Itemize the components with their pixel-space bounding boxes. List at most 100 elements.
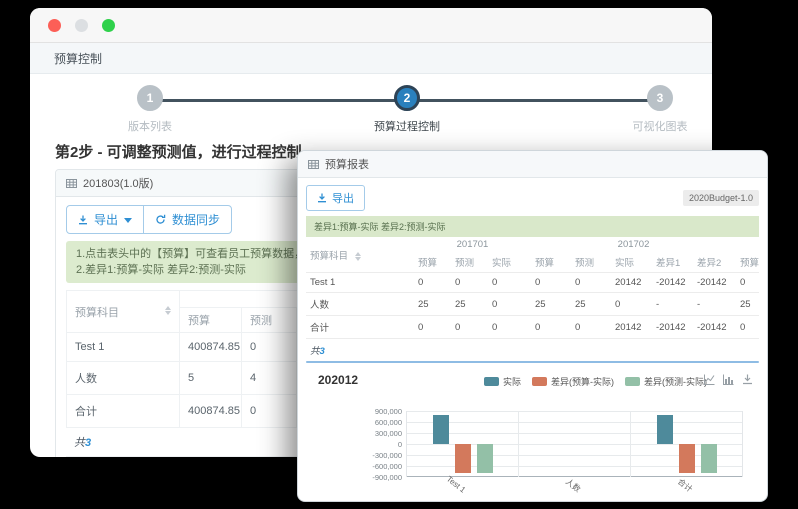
budget-report-window: 预算报表 导出 2020Budget-1.0 差异1:预算-实际 差异2:预测-…	[297, 150, 768, 502]
bar-diff-forecast[interactable]	[477, 444, 493, 473]
table-row[interactable]: 人数 25 25 0 25 25 0 - - 25	[306, 293, 759, 316]
minimize-window-icon[interactable]	[75, 19, 88, 32]
table-cell: 0	[488, 293, 531, 316]
chart-toolbox	[704, 374, 753, 385]
column-header[interactable]: 差异1	[652, 252, 693, 273]
step-1-label: 版本列表	[90, 118, 210, 134]
table-cell: 0	[736, 273, 759, 293]
download-icon	[317, 193, 327, 203]
column-header[interactable]: 预算	[180, 308, 242, 333]
download-icon	[78, 215, 88, 225]
bar-chart-icon[interactable]	[723, 374, 734, 385]
table-cell: 400874.85	[180, 333, 242, 362]
subject-cell: Test 1	[67, 333, 180, 362]
legend-label: 差异(预算-实际)	[551, 375, 614, 388]
export-button-label: 导出	[94, 211, 118, 228]
step-2-circle[interactable]: 2	[394, 85, 420, 111]
table-cell: -	[693, 293, 736, 316]
category-column	[407, 411, 519, 477]
step-1-number: 1	[147, 91, 154, 105]
y-axis-tick: 900,000	[312, 407, 402, 416]
report-toolbar: 导出 2020Budget-1.0	[306, 185, 759, 211]
sort-icon[interactable]	[355, 252, 361, 261]
stepper: 1 2 3 版本列表 预算过程控制 可视化图表	[30, 74, 712, 138]
category-column	[631, 411, 742, 477]
table-cell: 0	[571, 273, 611, 293]
data-sync-button[interactable]: 数据同步	[143, 205, 232, 234]
step-3-circle[interactable]: 3	[647, 85, 673, 111]
legend-label: 实际	[503, 375, 521, 388]
subject-column-header[interactable]: 预算科目	[67, 291, 180, 333]
table-cell: -20142	[693, 273, 736, 293]
page-title-label: 预算控制	[54, 50, 102, 67]
report-export-label: 导出	[332, 190, 354, 206]
report-export-button[interactable]: 导出	[306, 185, 365, 211]
column-header[interactable]: 预算	[414, 252, 451, 273]
month-group-header[interactable]: 201701	[414, 237, 531, 252]
table-cell: 0	[531, 316, 571, 339]
budget-report-body: 导出 2020Budget-1.0 差异1:预算-实际 差异2:预测-实际 预算…	[298, 178, 767, 502]
bar-actual[interactable]	[433, 415, 449, 444]
report-table-container: 预算科目 201701 201702 预算 预测 实际 预算 预测 实际	[306, 237, 759, 363]
row-count-prefix: 共	[74, 437, 85, 449]
legend-item[interactable]: 差异(预算-实际)	[532, 375, 614, 388]
month-group-header[interactable]	[736, 237, 759, 252]
table-cell: 0	[242, 395, 297, 428]
version-badge: 2020Budget-1.0	[683, 190, 759, 206]
column-header[interactable]: 实际	[488, 252, 531, 273]
table-cell: 25	[451, 293, 488, 316]
refresh-icon	[155, 214, 166, 225]
zoom-window-icon[interactable]	[102, 19, 115, 32]
budget-version-title: 201803(1.0版)	[83, 175, 153, 191]
table-cell: -20142	[652, 316, 693, 339]
column-header[interactable]: 预算	[736, 252, 759, 273]
table-row[interactable]: Test 1 0 0 0 0 0 20142 -20142 -20142 0	[306, 273, 759, 293]
y-axis-tick: 300,000	[312, 429, 402, 438]
table-cell: 4	[242, 362, 297, 395]
step-1-circle[interactable]: 1	[137, 85, 163, 111]
y-axis-tick: -300,000	[312, 451, 402, 460]
close-window-icon[interactable]	[48, 19, 61, 32]
column-header[interactable]: 预测	[571, 252, 611, 273]
sort-icon[interactable]	[165, 306, 171, 315]
export-button[interactable]: 导出	[66, 205, 144, 234]
column-header[interactable]: 预测	[242, 308, 297, 333]
subject-cell: 合计	[306, 316, 414, 339]
table-cell: 25	[531, 293, 571, 316]
budget-report-title: 预算报表	[325, 156, 369, 172]
bar-diff-budget[interactable]	[455, 444, 471, 473]
table-row[interactable]: 合计 0 0 0 0 0 20142 -20142 -20142 0	[306, 316, 759, 339]
legend-item[interactable]: 实际	[484, 375, 521, 388]
subject-column-header[interactable]: 预算科目	[306, 237, 414, 273]
category-column	[519, 411, 631, 477]
report-group-header-row: 预算科目 201701 201702	[306, 237, 759, 252]
month-group-header[interactable]: 201702	[531, 237, 736, 252]
table-cell: -20142	[693, 316, 736, 339]
category-columns	[407, 411, 742, 477]
subject-cell: 合计	[67, 395, 180, 428]
column-header[interactable]: 差异2	[693, 252, 736, 273]
bar-chart-plot	[406, 411, 743, 477]
step-3-label: 可视化图表	[600, 118, 712, 134]
save-image-icon[interactable]	[742, 374, 753, 385]
table-cell: 25	[571, 293, 611, 316]
step-2-label: 预算过程控制	[347, 118, 467, 134]
column-header[interactable]: 预算	[531, 252, 571, 273]
column-header[interactable]: 实际	[611, 252, 652, 273]
table-cell: 0	[488, 273, 531, 293]
data-sync-button-label: 数据同步	[172, 211, 220, 228]
bar-actual[interactable]	[657, 415, 673, 444]
legend-swatch	[532, 377, 547, 386]
subject-column-label: 预算科目	[310, 251, 348, 262]
y-axis-tick: 600,000	[312, 418, 402, 427]
bar-diff-budget[interactable]	[679, 444, 695, 473]
column-header[interactable]: 预测	[451, 252, 488, 273]
table-cell: 5	[180, 362, 242, 395]
subject-cell: 人数	[306, 293, 414, 316]
bar-diff-forecast[interactable]	[701, 444, 717, 473]
chart-legend: 实际 差异(预算-实际) 差异(预测-实际)	[484, 375, 707, 388]
legend-item[interactable]: 差异(预测-实际)	[625, 375, 707, 388]
line-chart-icon[interactable]	[704, 374, 715, 385]
table-icon	[66, 179, 77, 188]
chart-section: 202012 实际 差异(预算-实际) 差异(预测-实际) 900,000 60…	[306, 363, 759, 502]
